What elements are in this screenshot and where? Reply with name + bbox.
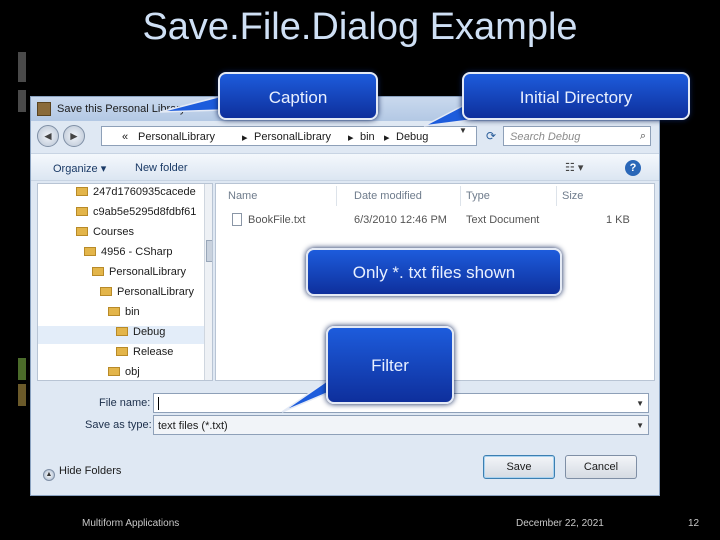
txt-only-callout: Only *. txt files shown (306, 248, 562, 296)
caption-pointer (159, 95, 223, 113)
filter-callout: Filter (326, 326, 454, 404)
initial-directory-callout: Initial Directory (462, 72, 690, 120)
page-number: 12 (688, 518, 700, 529)
caption-callout: Caption (218, 72, 378, 120)
footer-left: Multiform Applications (82, 518, 180, 529)
footer-date: December 22, 2021 (516, 518, 604, 529)
